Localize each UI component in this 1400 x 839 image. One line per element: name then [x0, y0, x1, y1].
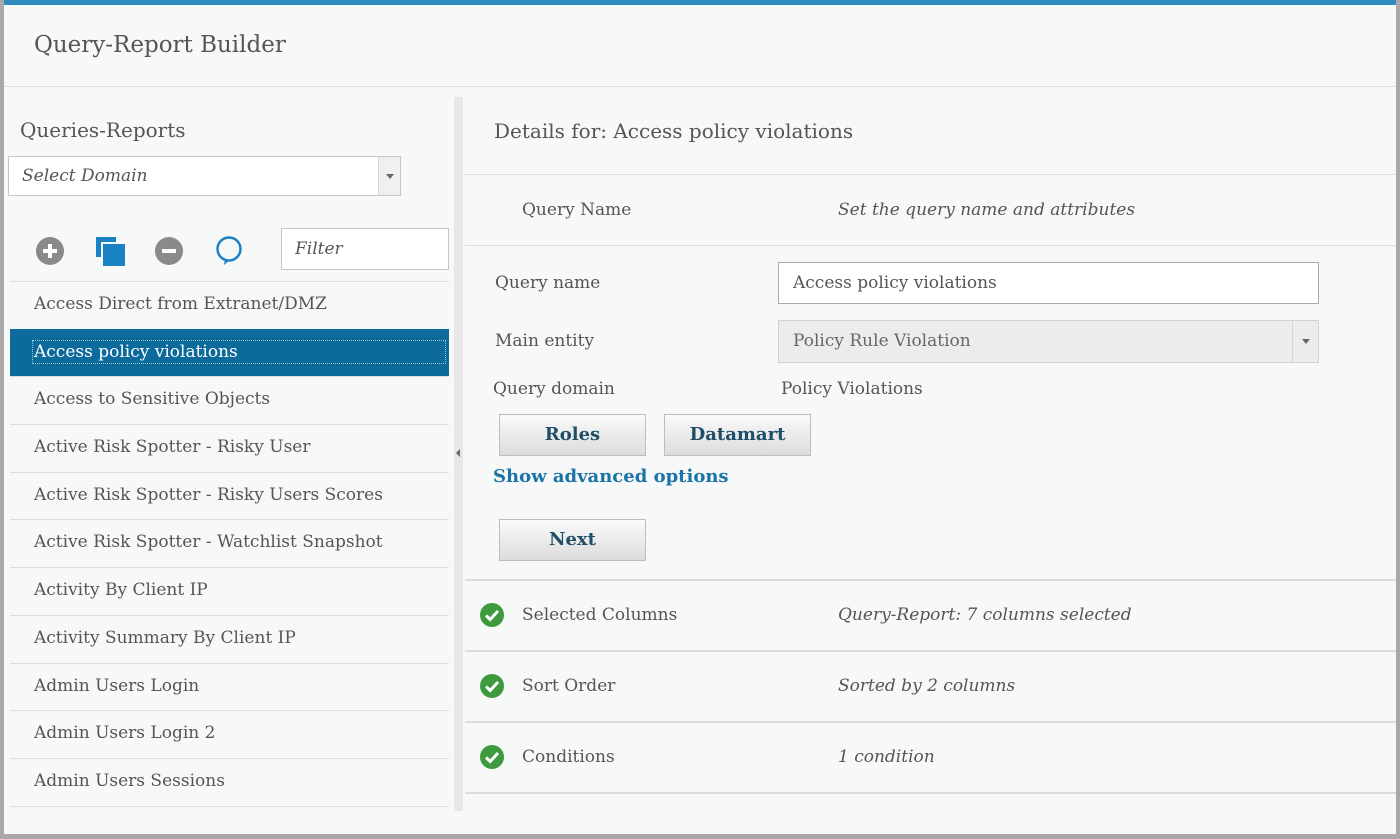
panel-title: Queries-Reports: [20, 118, 186, 142]
list-item-selected[interactable]: Access policy violations: [10, 328, 449, 377]
step-selected-columns-label[interactable]: Selected Columns: [522, 605, 677, 625]
query-domain-value: Policy Violations: [781, 379, 923, 399]
step-query-name-desc: Set the query name and attributes: [838, 200, 1136, 220]
query-list: Access Direct from Extranet/DMZ Access p…: [10, 281, 449, 807]
divider: [465, 174, 1396, 175]
divider: [465, 245, 1396, 246]
step-query-name-label[interactable]: Query Name: [522, 200, 631, 220]
chevron-down-icon[interactable]: [1292, 321, 1318, 362]
list-item-label: Activity By Client IP: [34, 580, 208, 601]
step-selected-columns-desc: Query-Report: 7 columns selected: [838, 605, 1132, 625]
list-item-label: Active Risk Spotter - Risky User: [34, 437, 311, 458]
details-panel: Details for: Access policy violations Qu…: [465, 88, 1396, 839]
list-item-label: Admin Users Login 2: [34, 723, 216, 744]
list-item-label: Active Risk Spotter - Risky Users Scores: [34, 484, 383, 505]
list-item-label: Admin Users Login: [34, 675, 200, 696]
copy-icon[interactable]: [95, 236, 125, 266]
list-item-label: Access policy violations: [32, 339, 446, 364]
check-circle-icon: [480, 745, 504, 769]
divider: [465, 650, 1396, 652]
datamart-button[interactable]: Datamart: [664, 414, 811, 456]
list-item[interactable]: Active Risk Spotter - Risky User: [10, 424, 449, 472]
list-item[interactable]: Access to Sensitive Objects: [10, 376, 449, 424]
list-item[interactable]: Admin Users Login 2: [10, 710, 449, 758]
divider: [465, 579, 1396, 581]
list-item[interactable]: Access Direct from Extranet/DMZ: [10, 281, 449, 329]
collapse-left-icon[interactable]: [456, 449, 460, 457]
remove-icon[interactable]: [154, 236, 184, 266]
check-circle-icon: [480, 674, 504, 698]
step-conditions-label[interactable]: Conditions: [522, 747, 615, 767]
query-domain-label: Query domain: [493, 379, 615, 399]
domain-select[interactable]: Select Domain: [8, 156, 401, 196]
step-conditions-desc: 1 condition: [838, 747, 935, 767]
add-icon[interactable]: [35, 236, 65, 266]
queries-panel: Queries-Reports Select Domain Access Dir…: [4, 88, 454, 839]
main-entity-label: Main entity: [495, 331, 595, 351]
domain-select-value: Select Domain: [22, 166, 148, 186]
app-header: Query-Report Builder: [4, 5, 1396, 87]
query-name-input[interactable]: [778, 262, 1319, 304]
roles-button[interactable]: Roles: [499, 414, 646, 456]
list-item-label: Admin Users Sessions: [34, 770, 225, 791]
list-item-label: Access to Sensitive Objects: [34, 389, 271, 410]
step-sort-order-desc: Sorted by 2 columns: [838, 676, 1016, 696]
show-advanced-options-link[interactable]: Show advanced options: [493, 466, 729, 487]
divider: [465, 721, 1396, 723]
list-item-label: Activity Summary By Client IP: [34, 627, 296, 648]
panel-splitter[interactable]: [454, 97, 463, 811]
main-entity-select[interactable]: Policy Rule Violation: [778, 320, 1319, 363]
list-item[interactable]: Active Risk Spotter - Risky Users Scores: [10, 471, 449, 520]
list-item-label: Active Risk Spotter - Watchlist Snapshot: [34, 532, 383, 553]
list-item[interactable]: Activity By Client IP: [10, 567, 449, 615]
details-title: Details for: Access policy violations: [494, 119, 854, 143]
check-circle-icon: [480, 603, 504, 627]
list-item[interactable]: Activity Summary By Client IP: [10, 614, 449, 663]
main-entity-value: Policy Rule Violation: [793, 331, 971, 351]
list-item[interactable]: Admin Users Login: [10, 662, 449, 711]
app-title: Query-Report Builder: [34, 32, 286, 58]
next-button[interactable]: Next: [499, 519, 646, 561]
comment-icon[interactable]: [214, 236, 244, 266]
query-name-label: Query name: [495, 273, 601, 293]
app-window: Query-Report Builder Queries-Reports Sel…: [4, 0, 1396, 834]
step-sort-order-label[interactable]: Sort Order: [522, 676, 615, 696]
list-end-divider: [10, 805, 449, 807]
list-item-label: Access Direct from Extranet/DMZ: [34, 294, 327, 314]
list-item[interactable]: Active Risk Spotter - Watchlist Snapshot: [10, 519, 449, 567]
list-item[interactable]: Admin Users Sessions: [10, 757, 449, 806]
chevron-down-icon[interactable]: [378, 157, 400, 195]
divider: [465, 792, 1396, 794]
filter-input[interactable]: [281, 228, 449, 270]
